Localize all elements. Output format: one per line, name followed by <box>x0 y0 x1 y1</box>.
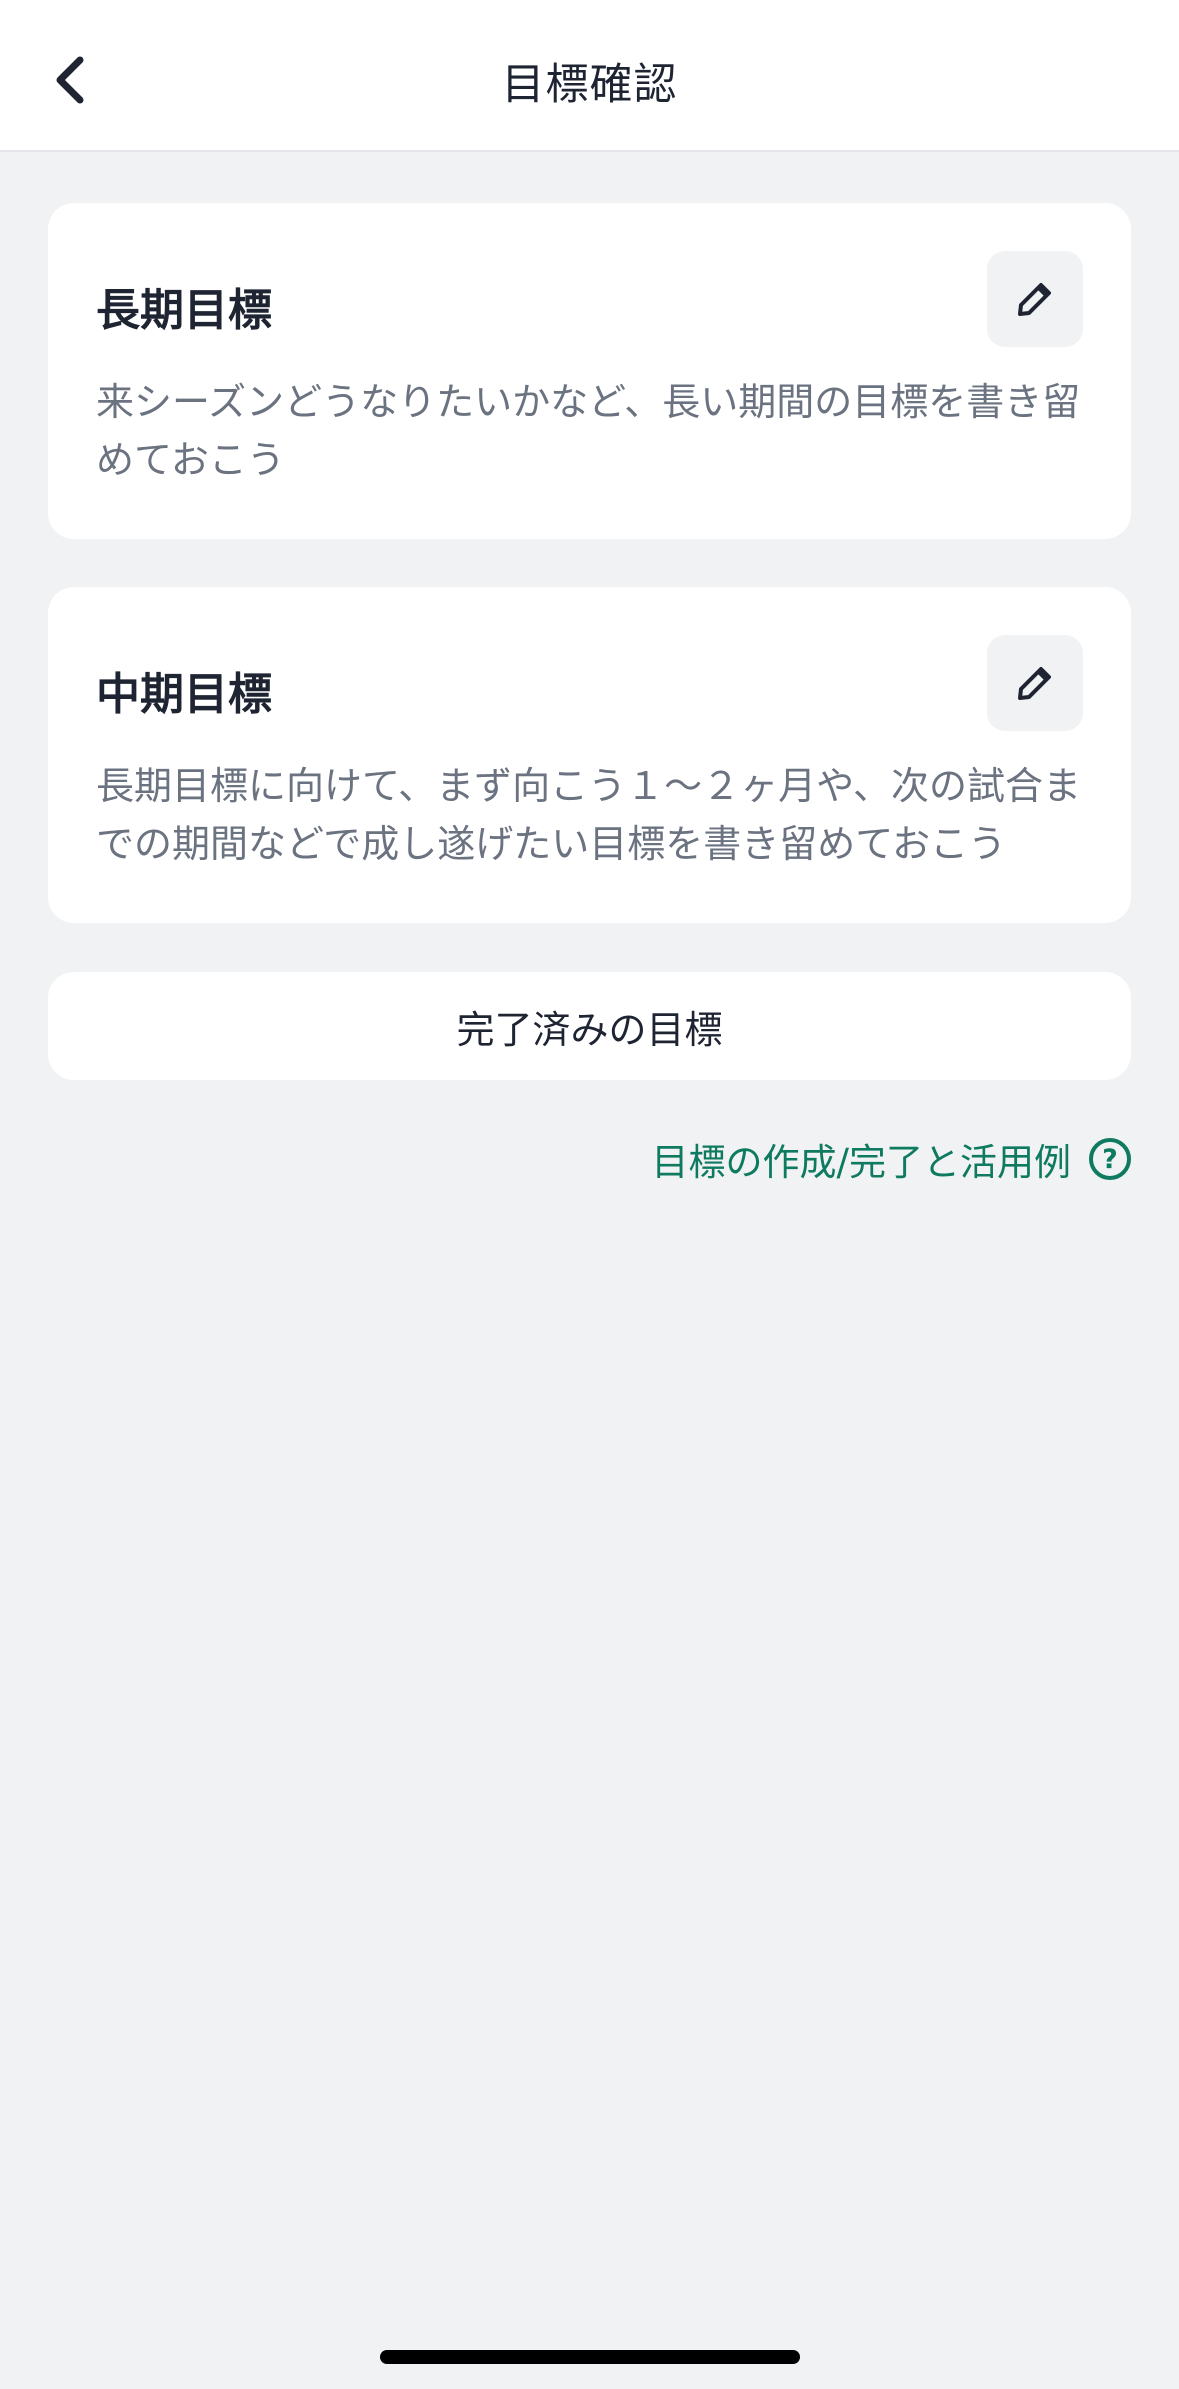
mid-term-goal-edit-button[interactable] <box>987 635 1083 731</box>
long-term-goal-card: 長期目標 来シーズンどうなりたいかなど、長い期間の目標を書き留めておこう <box>48 203 1131 539</box>
pencil-icon <box>1018 283 1051 316</box>
mid-term-goal-description: 長期目標に向けて、まず向こう１〜２ヶ月や、次の試合までの期間などで成し遂げたい目… <box>96 764 1081 866</box>
goal-usage-help-link[interactable]: 目標の作成/完了と活用例 ? <box>652 1133 1131 1185</box>
question-circle-icon: ? <box>1089 1138 1131 1180</box>
long-term-goal-title: 長期目標 <box>96 285 272 336</box>
help-link-label: 目標の作成/完了と活用例 <box>651 1141 1071 1184</box>
mid-term-goal-title: 中期目標 <box>96 669 272 720</box>
home-indicator <box>380 2350 800 2364</box>
long-term-goal-edit-button[interactable] <box>987 251 1083 347</box>
mid-term-goal-card: 中期目標 長期目標に向けて、まず向こう１〜２ヶ月や、次の試合までの期間などで成し… <box>48 587 1131 923</box>
pencil-icon <box>1018 667 1051 700</box>
completed-goals-button[interactable]: 完了済みの目標 <box>48 972 1131 1080</box>
long-term-goal-description: 来シーズンどうなりたいかなど、長い期間の目標を書き留めておこう <box>96 380 1081 482</box>
goal-confirmation-screen: 目標確認 長期目標 来シーズンどうなりたいかなど、長い期間の目標を書き留めておこ… <box>0 0 1179 2389</box>
page-title: 目標確認 <box>501 60 678 110</box>
navigation-bar: 目標確認 <box>0 0 1179 152</box>
